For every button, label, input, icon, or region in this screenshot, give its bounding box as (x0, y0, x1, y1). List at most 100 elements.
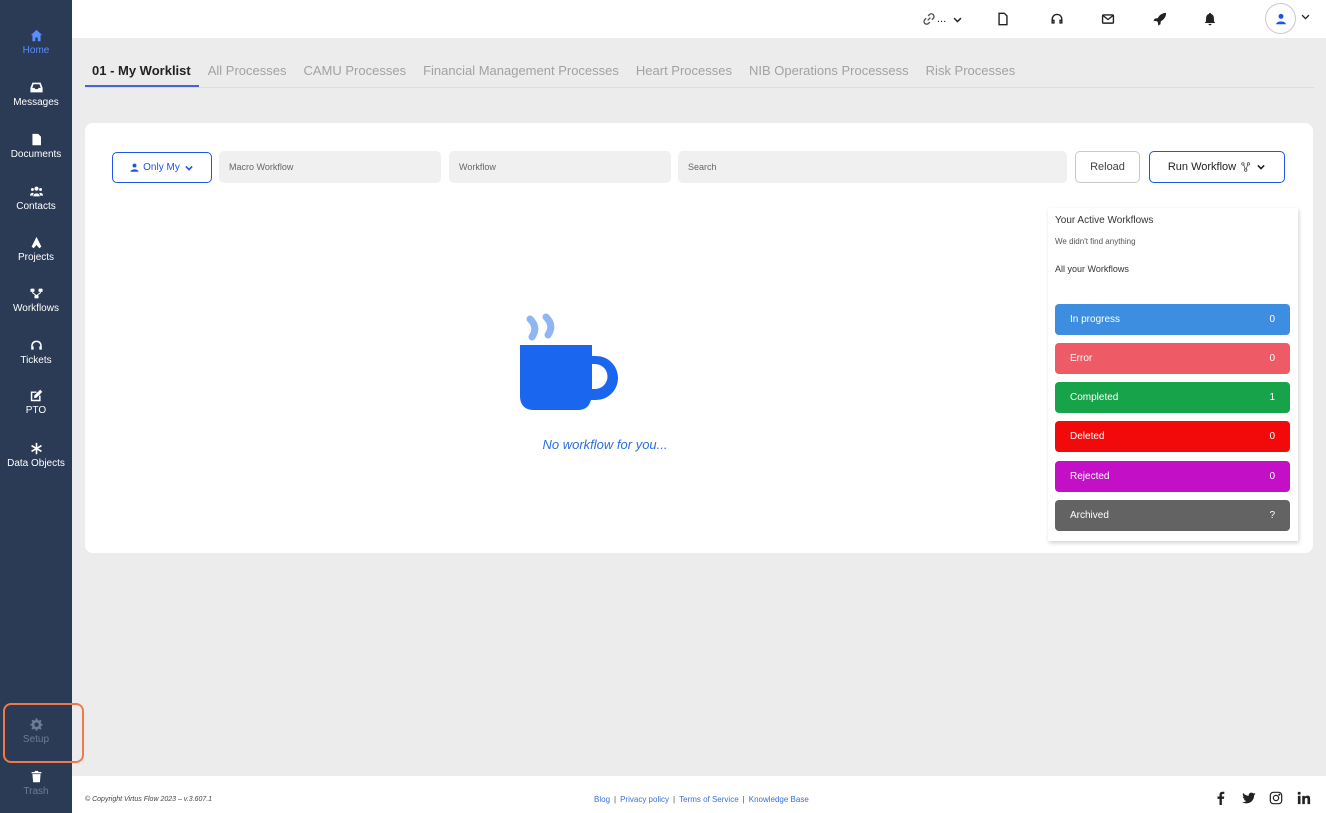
sidebar-item-label: PTO (25, 405, 47, 416)
twitter-icon (1242, 792, 1256, 804)
process-tabs: 01 - My Worklist All Processes CAMU Proc… (85, 58, 1314, 88)
linkedin-link[interactable] (1297, 791, 1311, 805)
status-in-progress[interactable]: In progress 0 (1055, 304, 1290, 335)
top-bar: ... (72, 0, 1326, 38)
status-count: 0 (1269, 314, 1275, 325)
rocket-icon (1153, 12, 1167, 26)
sidebar-item-projects[interactable]: Projects (0, 236, 72, 284)
footer-link-terms-of-service[interactable]: Terms of Service (679, 795, 739, 804)
tab-camu-processes[interactable]: CAMU Processes (303, 58, 406, 87)
status-error[interactable]: Error 0 (1055, 343, 1290, 374)
footer-separator: | (614, 795, 617, 804)
workflow-input[interactable] (449, 151, 671, 183)
active-workflows-title: Your Active Workflows (1055, 215, 1154, 226)
instagram-link[interactable] (1269, 791, 1283, 805)
user-icon (1275, 13, 1286, 24)
reload-button[interactable]: Reload (1075, 151, 1140, 183)
search-input[interactable] (678, 151, 1067, 183)
mail-icon (1101, 14, 1115, 24)
documents-button[interactable] (996, 9, 1010, 29)
headset-icon (30, 340, 42, 350)
sidebar-item-documents[interactable]: Documents (0, 133, 72, 181)
active-workflows-empty-text: We didn't find anything (1055, 237, 1136, 246)
sidebar-item-label: Data Objects (7, 458, 65, 469)
status-archived[interactable]: Archived ? (1055, 500, 1290, 531)
sidebar-item-label: Workflows (13, 303, 59, 314)
tab-heart-processes[interactable]: Heart Processes (636, 58, 732, 87)
account-menu-toggle[interactable] (1300, 6, 1311, 26)
headset-icon (1051, 13, 1063, 24)
launch-button[interactable] (1153, 9, 1167, 29)
avatar[interactable] (1265, 3, 1296, 34)
home-icon (30, 29, 42, 42)
status-label: Deleted (1070, 431, 1105, 442)
footer-links: Blog | Privacy policy | Terms of Service… (594, 795, 809, 804)
all-workflows-title: All your Workflows (1055, 264, 1129, 274)
sidebar-item-pto[interactable]: PTO (0, 389, 72, 437)
sidebar-item-contacts[interactable]: Contacts (0, 185, 72, 233)
users-icon (29, 186, 43, 197)
sidebar-item-label: Tickets (20, 355, 52, 366)
tab-risk-processes[interactable]: Risk Processes (926, 58, 1016, 87)
status-count: ? (1269, 510, 1275, 521)
only-my-label: Only My (143, 162, 180, 173)
notifications-button[interactable] (1203, 9, 1217, 29)
link-menu[interactable]: ... (922, 9, 963, 29)
sidebar-item-messages[interactable]: Messages (0, 81, 72, 129)
empty-state-message: No workflow for you... (542, 437, 668, 452)
tab-all-processes[interactable]: All Processes (208, 58, 287, 87)
chevron-down-icon (1257, 164, 1265, 170)
sidebar-item-home[interactable]: Home (0, 29, 72, 77)
mail-button[interactable] (1101, 9, 1115, 29)
run-workflow-label: Run Workflow (1167, 161, 1237, 173)
linkedin-icon (1297, 791, 1311, 805)
status-deleted[interactable]: Deleted 0 (1055, 421, 1290, 452)
user-icon (130, 163, 139, 172)
workflow-status-panel: Your Active Workflows We didn't find any… (1048, 208, 1298, 541)
sidebar-item-tickets[interactable]: Tickets (0, 339, 72, 387)
run-workflow-button[interactable]: Run Workflow (1149, 151, 1285, 183)
sidebar-item-label: Messages (13, 97, 59, 108)
workflow-nodes-icon (1241, 162, 1251, 172)
facebook-icon (1217, 791, 1225, 805)
sidebar-item-trash[interactable]: Trash (0, 770, 72, 813)
tab-financial-management-processes[interactable]: Financial Management Processes (423, 58, 619, 87)
trash-icon (31, 770, 41, 783)
status-label: Rejected (1070, 471, 1110, 482)
sidebar-item-data-objects[interactable]: Data Objects (0, 442, 72, 490)
sitemap-icon (29, 288, 43, 299)
macro-workflow-input[interactable] (219, 151, 441, 183)
setup-highlight-box (3, 703, 84, 763)
sidebar-item-label: Documents (10, 149, 62, 160)
status-label: Completed (1070, 392, 1119, 403)
footer: © Copyright Virtus Flow 2023 – v.3.607.1… (72, 776, 1326, 813)
sidebar: Home Messages Documents Contacts Project… (0, 0, 84, 813)
status-completed[interactable]: Completed 1 (1055, 382, 1290, 413)
facebook-link[interactable] (1214, 791, 1228, 805)
chevron-down-icon (1301, 14, 1310, 19)
footer-link-knowledge-base[interactable]: Knowledge Base (749, 795, 809, 804)
asterisk-icon (30, 442, 42, 455)
status-label: Error (1070, 353, 1093, 364)
footer-link-blog[interactable]: Blog (594, 795, 610, 804)
document-icon (998, 12, 1008, 26)
tab-nib-operations-processess[interactable]: NIB Operations Processess (749, 58, 909, 87)
sidebar-item-label: Projects (17, 252, 55, 263)
status-rejected[interactable]: Rejected 0 (1055, 461, 1290, 492)
instagram-icon (1269, 791, 1283, 805)
only-my-dropdown[interactable]: Only My (112, 152, 212, 183)
inbox-icon (29, 82, 43, 93)
tab-my-worklist[interactable]: 01 - My Worklist (85, 58, 199, 87)
footer-link-privacy-policy[interactable]: Privacy policy (620, 795, 669, 804)
sidebar-item-workflows[interactable]: Workflows (0, 287, 72, 335)
twitter-link[interactable] (1242, 791, 1256, 805)
file-icon (31, 133, 41, 146)
coffee-cup-icon (520, 313, 618, 410)
footer-separator: | (673, 795, 676, 804)
support-button[interactable] (1050, 9, 1064, 29)
status-label: Archived (1070, 510, 1109, 521)
copyright-text: © Copyright Virtus Flow 2023 – v.3.607.1 (85, 796, 213, 803)
sidebar-item-label: Trash (23, 786, 49, 797)
chevron-down-icon (953, 17, 962, 23)
sidebar-item-label: Home (22, 45, 50, 56)
